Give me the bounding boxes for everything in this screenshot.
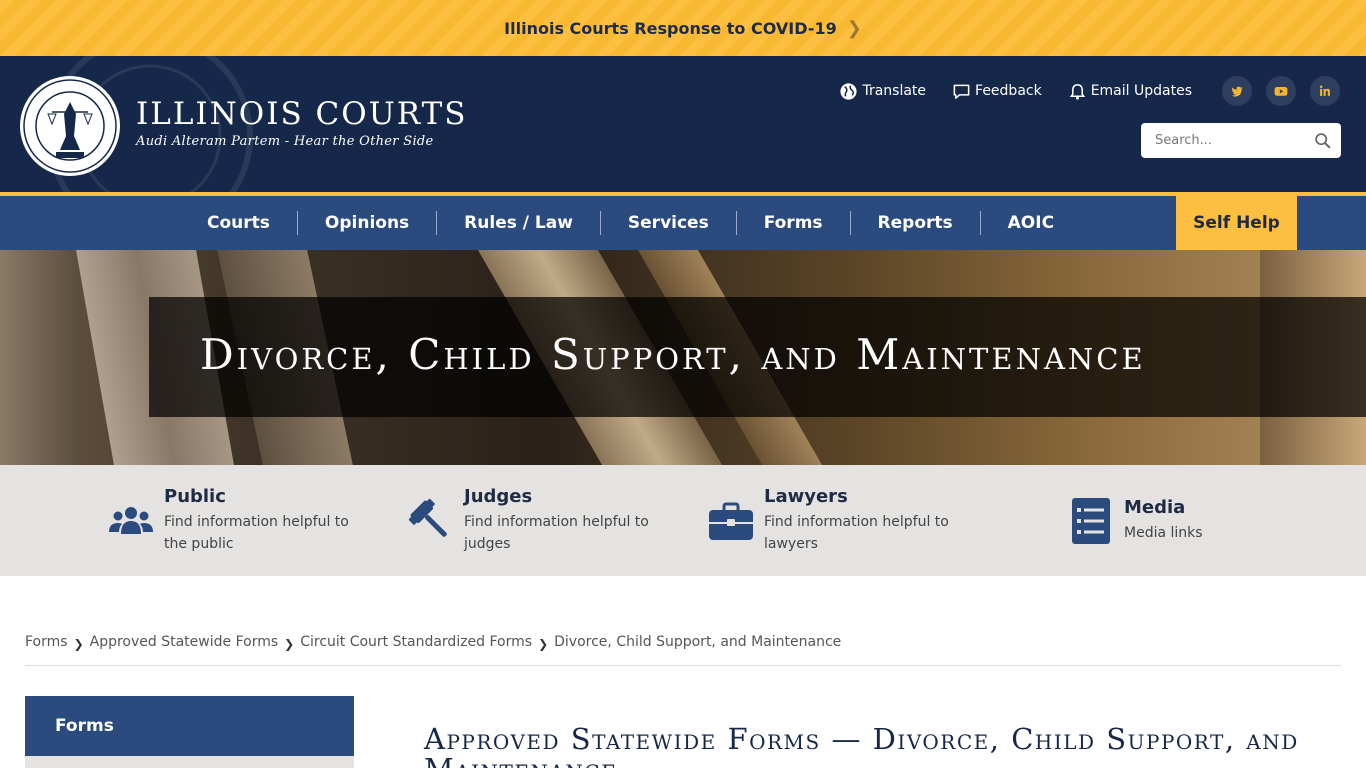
nav-item-reports[interactable]: Reports bbox=[851, 211, 981, 235]
covid-label: Illinois Courts Response to COVID-19 bbox=[504, 18, 837, 38]
site-header: ILLINOIS COURTS Audi Alteram Partem - He… bbox=[0, 56, 1366, 192]
twitter-icon[interactable] bbox=[1222, 76, 1252, 106]
breadcrumb-circuit-court-standardized-forms[interactable]: Circuit Court Standardized Forms bbox=[300, 634, 532, 650]
hero-column-graphic bbox=[0, 250, 80, 465]
site-title[interactable]: ILLINOIS COURTS bbox=[136, 96, 468, 132]
main-nav: Courts Opinions Rules / Law Services For… bbox=[0, 192, 1366, 250]
breadcrumb-current: Divorce, Child Support, and Maintenance bbox=[554, 634, 842, 650]
social-links bbox=[1222, 76, 1340, 106]
utility-links: Translate Feedback Email Updates bbox=[839, 76, 1340, 106]
email-updates-label: Email Updates bbox=[1090, 83, 1192, 99]
translate-link[interactable]: Translate bbox=[839, 82, 926, 101]
list-icon bbox=[1072, 497, 1110, 544]
nav-item-rules-law[interactable]: Rules / Law bbox=[437, 211, 601, 235]
audience-media[interactable]: Media Media links bbox=[1066, 465, 1203, 576]
chevron-right-icon: ❯ bbox=[73, 637, 84, 651]
audience-lawyers-desc: Find information helpful to lawyers bbox=[764, 514, 949, 552]
hero-banner: Divorce, Child Support, and Maintenance bbox=[0, 250, 1366, 465]
audience-public[interactable]: Public Find information helpful to the p… bbox=[106, 465, 354, 576]
gavel-icon bbox=[408, 498, 447, 537]
chevron-right-icon: ❯ bbox=[538, 637, 549, 651]
chevron-right-icon: ❯ bbox=[846, 17, 862, 39]
hero-title: Divorce, Child Support, and Maintenance bbox=[200, 330, 1146, 379]
comment-icon bbox=[953, 84, 970, 99]
bell-icon bbox=[1069, 83, 1085, 100]
covid-banner: Illinois Courts Response to COVID-19 ❯ bbox=[0, 0, 1366, 56]
search-input[interactable] bbox=[1155, 133, 1314, 148]
search-box bbox=[1141, 123, 1341, 158]
nav-item-opinions[interactable]: Opinions bbox=[298, 211, 438, 235]
sidebar-item[interactable] bbox=[25, 756, 354, 768]
nav-item-aoic[interactable]: AOIC bbox=[981, 211, 1081, 235]
users-icon bbox=[109, 506, 153, 534]
audience-lawyers-title: Lawyers bbox=[764, 486, 848, 507]
audience-public-desc: Find information helpful to the public bbox=[164, 514, 349, 552]
globe-icon bbox=[840, 82, 858, 100]
audience-judges[interactable]: Judges Find information helpful to judge… bbox=[406, 465, 654, 576]
briefcase-icon bbox=[709, 502, 753, 540]
youtube-icon[interactable] bbox=[1266, 76, 1296, 106]
feedback-label: Feedback bbox=[975, 83, 1042, 99]
self-help-button[interactable]: Self Help bbox=[1176, 196, 1297, 250]
nav-item-forms[interactable]: Forms bbox=[737, 211, 851, 235]
linkedin-icon[interactable] bbox=[1310, 76, 1340, 106]
sidebar-heading-forms[interactable]: Forms bbox=[25, 696, 354, 756]
email-updates-link[interactable]: Email Updates bbox=[1068, 82, 1192, 101]
audience-judges-title: Judges bbox=[464, 486, 533, 507]
breadcrumb-forms[interactable]: Forms bbox=[25, 634, 68, 650]
page-title: Approved Statewide Forms — Divorce, Chil… bbox=[424, 722, 1299, 768]
search-icon[interactable] bbox=[1314, 132, 1331, 149]
nav-item-courts[interactable]: Courts bbox=[180, 211, 298, 235]
site-tagline: Audi Alteram Partem - Hear the Other Sid… bbox=[136, 134, 434, 149]
feedback-link[interactable]: Feedback bbox=[952, 82, 1042, 101]
translate-label: Translate bbox=[862, 83, 927, 99]
audience-bar: Public Find information helpful to the p… bbox=[0, 465, 1366, 576]
audience-media-desc: Media links bbox=[1124, 525, 1203, 541]
breadcrumb: Forms ❯ Approved Statewide Forms ❯ Circu… bbox=[25, 634, 1341, 666]
nav-item-services[interactable]: Services bbox=[601, 211, 737, 235]
audience-media-title: Media bbox=[1124, 497, 1186, 518]
supreme-court-seal-logo[interactable] bbox=[18, 74, 122, 178]
audience-judges-desc: Find information helpful to judges bbox=[464, 514, 649, 552]
audience-lawyers[interactable]: Lawyers Find information helpful to lawy… bbox=[706, 465, 954, 576]
covid-response-link[interactable]: Illinois Courts Response to COVID-19 ❯ bbox=[504, 18, 862, 39]
breadcrumb-approved-statewide-forms[interactable]: Approved Statewide Forms bbox=[90, 634, 279, 650]
chevron-right-icon: ❯ bbox=[284, 637, 295, 651]
audience-public-title: Public bbox=[164, 486, 226, 507]
